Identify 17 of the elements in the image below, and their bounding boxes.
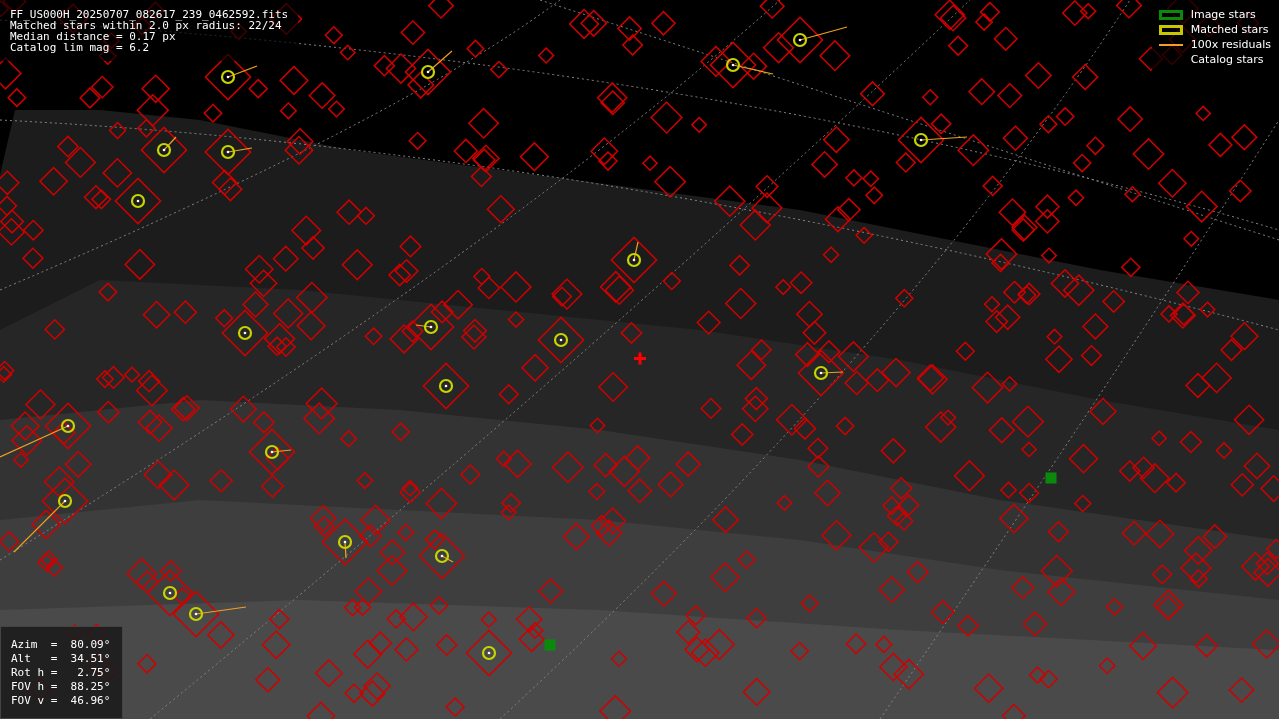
pointing-text: FOV v = 46.96° <box>11 694 111 708</box>
info-text: FF_US000H_20250707_082617_239_0462592.fits <box>10 9 289 20</box>
pointing-text: Azim = 80.09° <box>11 638 111 652</box>
legend-label: Catalog stars <box>1190 53 1264 67</box>
pointing-text: Rot h = 2.75° <box>11 666 111 680</box>
legend-label: Matched stars <box>1190 23 1269 37</box>
legend-label: Image stars <box>1190 8 1256 22</box>
residual-line-icon <box>1158 44 1183 46</box>
info-text: Matched stars within 2.0 px radius: 22/24 <box>10 20 282 31</box>
info-text: Median distance = 0.17 px <box>10 31 176 42</box>
center-cross-icon <box>634 352 646 365</box>
pointing-text: Alt = 34.51° <box>11 652 111 666</box>
pointing-text: FOV h = 88.25° <box>11 680 111 694</box>
image-star-swatch-icon <box>1158 10 1183 20</box>
matched-star-swatch-icon <box>1158 25 1183 35</box>
info-text: Catalog lim mag = 6.2 <box>10 42 151 53</box>
legend-label: 100x residuals <box>1190 38 1271 52</box>
